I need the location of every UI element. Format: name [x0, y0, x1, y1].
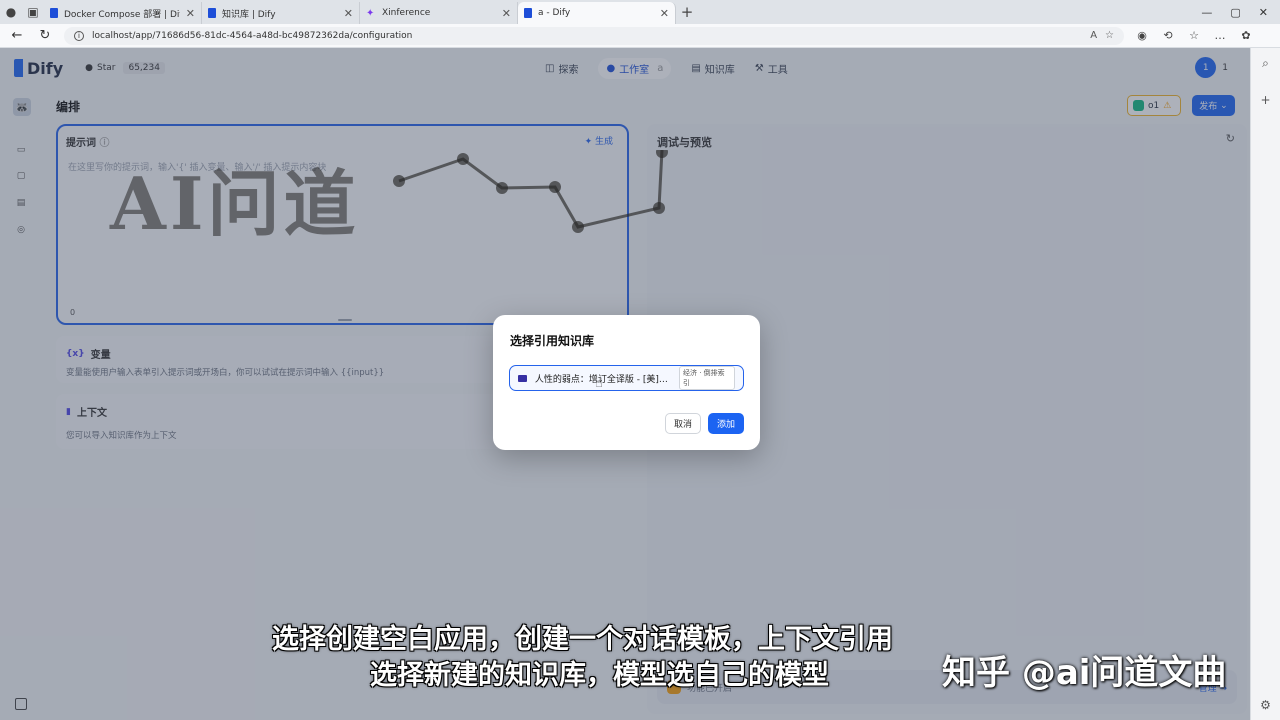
subtitle-line-1: 选择创建空白应用，创建一个对话模板，上下文引用	[272, 624, 893, 655]
close-tab-icon[interactable]: ✕	[186, 7, 195, 20]
browser-sidebar: ⌕ + ⚙	[1250, 48, 1280, 720]
minimize-button[interactable]: —	[1201, 6, 1212, 19]
subtitle-line-2: 选择新建的知识库，模型选自己的模型	[370, 660, 829, 691]
dify-favicon-icon	[208, 8, 216, 18]
browser-toolbar: ← ↻ i localhost/app/71686d56-81dc-4564-a…	[0, 24, 1280, 48]
knowledge-base-item[interactable]: 人性的弱点：增订全译版 - [美]戴... 经济 · 倒排索引	[509, 365, 744, 391]
site-info-icon[interactable]: i	[74, 30, 84, 41]
url-text: localhost/app/71686d56-81dc-4564-a48d-bc…	[92, 30, 413, 41]
select-knowledge-dialog: 选择引用知识库 人性的弱点：增订全译版 - [美]戴... 经济 · 倒排索引 …	[493, 315, 760, 450]
more-menu-icon[interactable]: …	[1212, 29, 1228, 42]
favorites-icon[interactable]: ☆	[1186, 29, 1202, 42]
window-controls: — ▢ ✕	[1201, 6, 1280, 19]
gear-icon[interactable]: ⚙	[1260, 698, 1271, 712]
tab-title: 知识库 | Dify	[222, 9, 276, 20]
tab-title: Xinference	[382, 8, 431, 18]
favorite-star-icon[interactable]: ☆	[1105, 30, 1114, 41]
address-bar[interactable]: i localhost/app/71686d56-81dc-4564-a48d-…	[64, 26, 1124, 45]
watermark-text: AI问道	[110, 161, 360, 246]
folder-icon	[518, 374, 527, 382]
dify-favicon-icon	[50, 8, 58, 18]
maximize-button[interactable]: ▢	[1230, 6, 1240, 19]
tab-actions-icon[interactable]: ▣	[22, 1, 44, 23]
profile-icon[interactable]: ●	[0, 1, 22, 23]
brand-watermark: 知乎 @ai问道文曲	[942, 653, 1227, 693]
dialog-title: 选择引用知识库	[510, 334, 595, 348]
watermark-line-graphic	[393, 150, 668, 233]
new-tab-button[interactable]: +	[676, 3, 698, 21]
extensions-puzzle-icon[interactable]: ⟲	[1160, 29, 1176, 42]
knowledge-base-tag: 经济 · 倒排索引	[678, 366, 735, 390]
close-tab-icon[interactable]: ✕	[660, 7, 669, 20]
search-icon[interactable]: ⌕	[1262, 56, 1269, 71]
tab-title: a - Dify	[538, 8, 571, 18]
xinference-favicon-icon: ✦	[366, 8, 375, 19]
copilot-icon[interactable]: ✿	[1238, 29, 1254, 42]
reload-icon[interactable]: ↻	[36, 28, 54, 43]
add-button[interactable]: 添加	[708, 413, 744, 434]
close-tab-icon[interactable]: ✕	[502, 7, 511, 20]
tab-title: Docker Compose 部署 | Dify	[64, 9, 180, 20]
cancel-button[interactable]: 取消	[665, 413, 701, 434]
mouse-cursor-icon: ☝	[595, 376, 603, 391]
close-tab-icon[interactable]: ✕	[344, 7, 353, 20]
browser-tab-1[interactable]: Docker Compose 部署 | Dify ✕	[44, 2, 202, 24]
browser-tab-2[interactable]: 知识库 | Dify ✕	[202, 2, 360, 24]
browser-tab-bar: ● ▣ Docker Compose 部署 | Dify ✕ 知识库 | Dif…	[0, 0, 1280, 24]
read-aloud-icon[interactable]: A	[1090, 30, 1097, 41]
add-icon[interactable]: +	[1260, 93, 1270, 107]
back-icon[interactable]: ←	[8, 28, 26, 43]
browser-tab-4[interactable]: a - Dify ✕	[518, 2, 676, 24]
browser-tab-3[interactable]: ✦ Xinference ✕	[360, 2, 518, 24]
dify-favicon-icon	[524, 8, 532, 18]
close-window-button[interactable]: ✕	[1259, 6, 1268, 19]
extension-icon[interactable]: ◉	[1134, 29, 1150, 42]
